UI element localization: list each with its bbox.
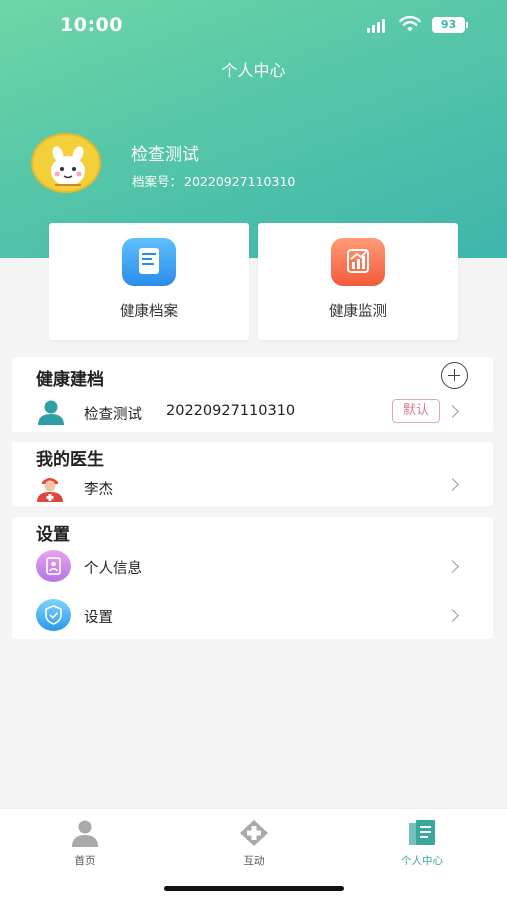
interaction-cross-icon: [240, 820, 268, 846]
archive-entry-name: 检查测试: [84, 407, 142, 423]
settings-section: 设置 个人信息 设置: [12, 517, 493, 639]
record-number-line: 档案号： 20220927110310: [132, 171, 295, 190]
battery-tip: [466, 22, 468, 28]
health-archive-card[interactable]: 健康档案: [49, 223, 249, 340]
default-badge: 默认: [392, 399, 440, 423]
tab-interaction[interactable]: 互动: [204, 819, 304, 867]
doctor-icon: [37, 478, 63, 502]
profile-book-icon: [409, 820, 435, 845]
health-monitor-icon: [331, 238, 385, 286]
my-doctor-section: 我的医生 李杰: [12, 442, 493, 506]
settings-shield-icon: [36, 599, 71, 631]
record-number: 20220927110310: [184, 174, 296, 189]
signal-icon: [367, 19, 387, 33]
tab-label: 个人中心: [401, 855, 443, 867]
home-person-icon: [72, 820, 98, 847]
battery-icon: 93: [432, 17, 465, 33]
section-title-settings: 设置: [36, 525, 70, 545]
tab-label: 互动: [243, 855, 265, 867]
avatar[interactable]: [31, 133, 101, 193]
section-title-my-doctor: 我的医生: [36, 450, 104, 470]
chevron-right-icon: [446, 478, 459, 491]
person-icon: [38, 400, 64, 425]
health-archive-section: 健康建档 检查测试 20220927110310 默认: [12, 357, 493, 432]
health-monitor-label: 健康监测: [329, 304, 387, 320]
section-title-health-archive: 健康建档: [36, 370, 104, 390]
chevron-right-icon: [446, 560, 459, 573]
add-archive-button[interactable]: [441, 362, 468, 389]
tab-home[interactable]: 首页: [35, 819, 135, 867]
settings-item-label: 个人信息: [84, 561, 142, 577]
page-title: 个人中心: [221, 61, 286, 80]
doctor-name: 李杰: [84, 482, 113, 498]
user-name: 检查测试: [131, 145, 199, 165]
tab-label: 首页: [74, 855, 96, 867]
health-monitor-card[interactable]: 健康监测: [258, 223, 458, 340]
home-indicator[interactable]: [164, 886, 344, 891]
health-file-icon: [122, 238, 176, 286]
record-label: 档案号：: [132, 174, 183, 189]
chevron-right-icon: [446, 609, 459, 622]
settings-item-label: 设置: [84, 610, 113, 626]
health-archive-label: 健康档案: [120, 304, 178, 320]
tab-profile[interactable]: 个人中心: [372, 819, 472, 867]
archive-entry-number: 20220927110310: [166, 403, 296, 419]
status-time: 10:00: [60, 14, 123, 36]
wifi-icon: [399, 15, 421, 32]
status-bar: 10:00 93: [0, 0, 507, 48]
chevron-right-icon: [446, 405, 459, 418]
personal-info-icon: [36, 550, 71, 582]
